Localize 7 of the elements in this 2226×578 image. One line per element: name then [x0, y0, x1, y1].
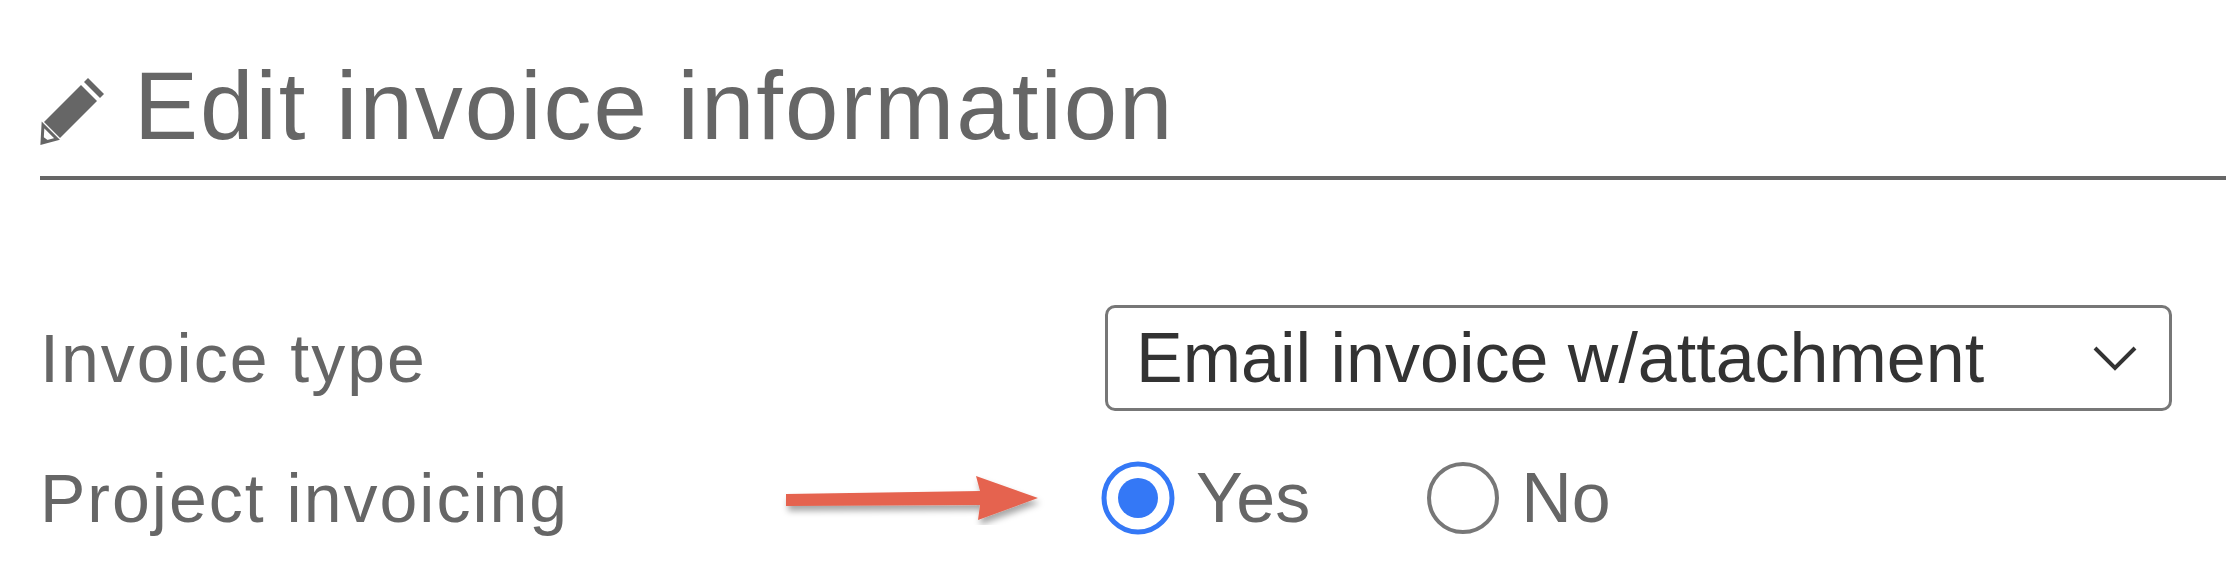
- radio-option[interactable]: No: [1425, 458, 1611, 538]
- radio-option[interactable]: Yes: [1100, 458, 1311, 538]
- caret-icon: [2091, 344, 2139, 372]
- invoice-type-dropdown[interactable]: Email invoice w/attachment: [1105, 305, 2172, 411]
- section-title: Edit invoice information: [134, 58, 1175, 154]
- field-label: Invoice type: [40, 319, 428, 397]
- field-label: Project invoicing: [40, 459, 571, 537]
